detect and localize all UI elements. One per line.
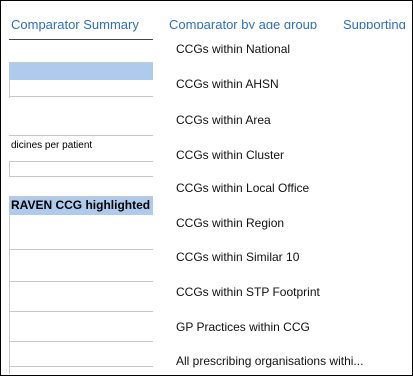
menu-item-ccgs-within-region[interactable]: CCGs within Region bbox=[176, 215, 284, 231]
highlighted-row: RAVEN CCG highlighted bbox=[9, 196, 153, 215]
menu-item-ccgs-within-ahsn[interactable]: CCGs within AHSN bbox=[176, 76, 279, 92]
menu-item-ccgs-within-area[interactable]: CCGs within Area bbox=[176, 112, 271, 128]
grid-line bbox=[9, 311, 153, 312]
grid-vertical-line bbox=[9, 161, 10, 176]
grid-line bbox=[9, 281, 153, 282]
spreadsheet-area: dicines per patient RAVEN CCG highlighte… bbox=[1, 41, 153, 375]
row-label: dicines per patient bbox=[11, 140, 93, 151]
comparator-dropdown-menu: CCGs within National CCGs within AHSN CC… bbox=[153, 29, 412, 375]
grid-line bbox=[9, 249, 153, 250]
grid-line bbox=[9, 161, 153, 162]
menu-item-ccgs-within-stp-footprint[interactable]: CCGs within STP Footprint bbox=[176, 284, 320, 300]
highlight-label: RAVEN CCG highlighted bbox=[11, 198, 151, 212]
grid-line bbox=[9, 176, 153, 177]
header-row bbox=[9, 62, 153, 80]
menu-item-ccgs-within-similar-10[interactable]: CCGs within Similar 10 bbox=[176, 249, 299, 265]
grid-line bbox=[9, 96, 153, 97]
grid-vertical-line bbox=[9, 214, 10, 374]
menu-item-gp-practices-within-ccg[interactable]: GP Practices within CCG bbox=[176, 319, 310, 335]
tab-comparator-summary[interactable]: Comparator Summary bbox=[11, 17, 139, 33]
menu-item-ccgs-within-national[interactable]: CCGs within National bbox=[176, 41, 290, 57]
screenshot-frame: Comparator Summary Comparator by age gro… bbox=[0, 0, 413, 376]
active-tab-underline bbox=[9, 39, 153, 40]
grid-line bbox=[9, 366, 153, 367]
menu-item-ccgs-within-cluster[interactable]: CCGs within Cluster bbox=[176, 147, 284, 163]
grid-line bbox=[9, 341, 153, 342]
menu-item-all-prescribing-organisations[interactable]: All prescribing organisations withi... bbox=[176, 353, 363, 369]
grid-vertical-line bbox=[9, 62, 10, 98]
menu-item-ccgs-within-local-office[interactable]: CCGs within Local Office bbox=[176, 180, 309, 196]
table-row: dicines per patient bbox=[9, 135, 153, 156]
